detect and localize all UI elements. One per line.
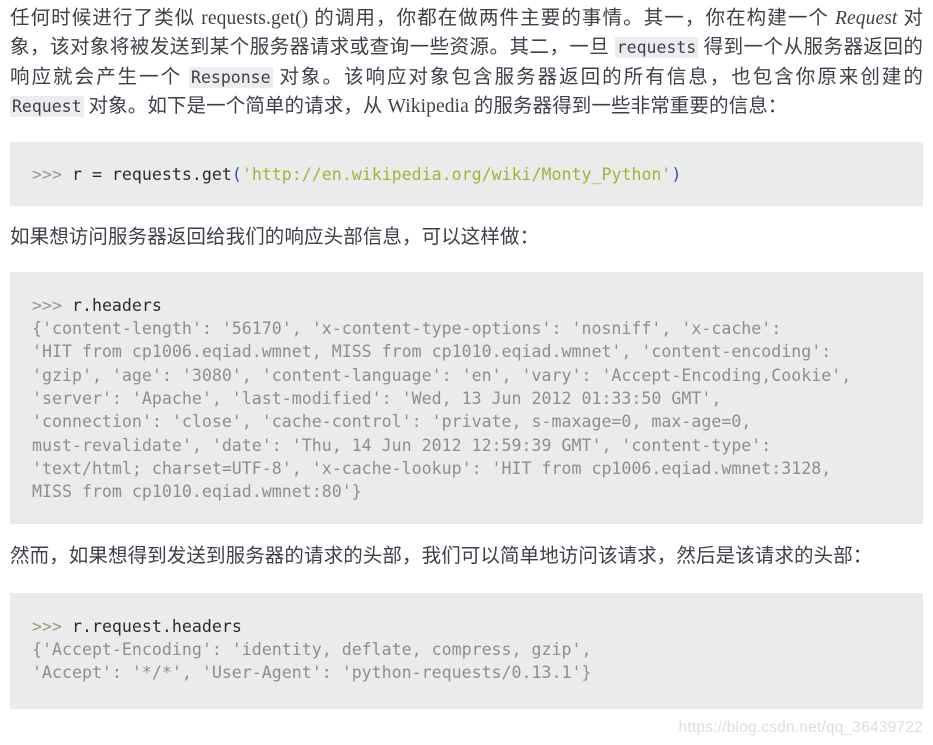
code-expression: r = requests.get <box>71 165 232 185</box>
code-command: r.request.headers <box>71 616 242 636</box>
repl-prompt: >>> <box>32 295 72 315</box>
paragraph-response-headers-intro: 如果想访问服务器返回给我们的响应头部信息，可以这样做： <box>10 227 540 249</box>
code-output: {'content-length': '56170', 'x-content-t… <box>32 319 852 502</box>
inline-code-request: Request <box>10 95 84 117</box>
intro-segment-4: 对象。该响应对象包含服务器返回的所有信息，也包含你原来创建的 <box>272 66 923 88</box>
code-output: {'Accept-Encoding': 'identity, deflate, … <box>32 640 592 683</box>
intro-segment-5: 对象。如下是一个简单的请求，从 Wikipedia 的服务器得到一些非常重要的信… <box>83 95 788 117</box>
inline-code-requests: requests <box>614 37 699 59</box>
code-block-response-headers: >>> r.headers {'content-length': '56170'… <box>10 271 923 525</box>
watermark: https://blog.csdn.net/qq_36439722 <box>678 719 923 736</box>
intro-segment-1: 任何时候进行了类似 requests.get() 的调用，你都在做两件主要的事情… <box>10 8 835 29</box>
string-literal-url: 'http://en.wikipedia.org/wiki/Monty_Pyth… <box>241 165 672 185</box>
repl-prompt: >>> <box>32 165 72 185</box>
paragraph-request-headers-intro: 然而，如果想得到发送到服务器的请求的头部，我们可以简单地访问该请求，然后是该请求… <box>10 546 873 568</box>
inline-code-response: Response <box>189 66 273 88</box>
paren-open: ( <box>231 165 242 185</box>
code-command: r.headers <box>71 295 162 315</box>
emphasis-request: Request <box>835 8 898 29</box>
paragraph-intro: 任何时候进行了类似 requests.get() 的调用，你都在做两件主要的事情… <box>10 0 923 121</box>
code-block-request-headers: >>> r.request.headers {'Accept-Encoding'… <box>10 592 923 709</box>
repl-prompt: >>> <box>32 616 72 636</box>
paren-close: ) <box>671 165 682 185</box>
code-block-get-request: >>> r = requests.get('http://en.wikipedi… <box>10 142 923 207</box>
document-page: 任何时候进行了类似 requests.get() 的调用，你都在做两件主要的事情… <box>0 0 933 709</box>
